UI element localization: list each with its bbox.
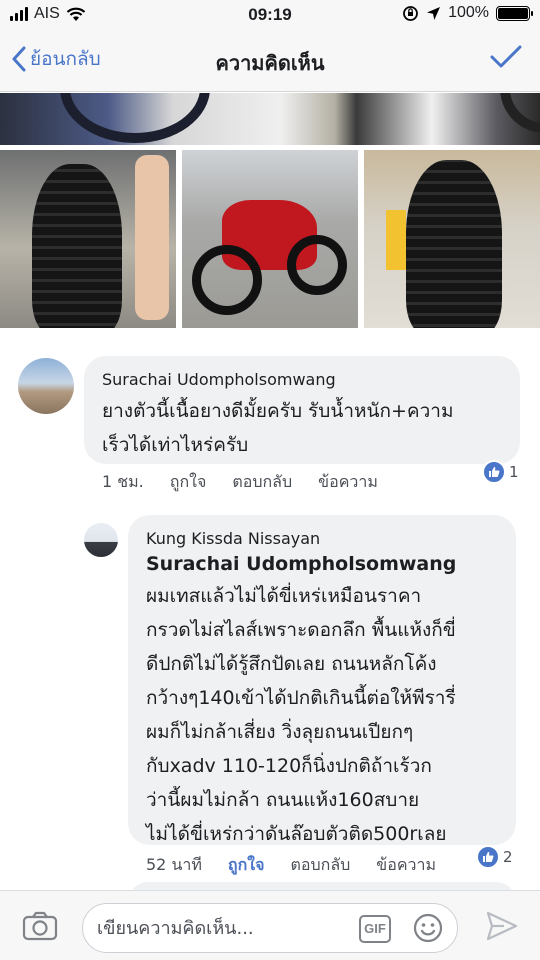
like-button[interactable]: ถูกใจ	[228, 853, 265, 878]
like-reaction[interactable]: 1	[482, 460, 519, 484]
comment-text-line: ยางตัวนี้เนื้อยางดีมั้ยครับ รับน้ำหนัก+ค…	[102, 400, 454, 422]
send-button[interactable]	[486, 911, 518, 945]
comment-bubble[interactable]: Kung Kissda Nissayan Surachai Udompholso…	[128, 515, 516, 845]
tagged-user[interactable]: Surachai Udompholsomwang	[146, 553, 456, 575]
camera-icon	[22, 911, 58, 941]
thumbs-up-icon	[482, 460, 506, 484]
comment-actions: 1 ชม. ถูกใจ ตอบกลับ ข้อความ	[102, 470, 378, 495]
battery-icon	[496, 5, 533, 21]
comment-text-line: ดีปกติไม่ได้รู้สึกปัดเลย ถนนหลักโค้ง	[146, 653, 437, 675]
avatar[interactable]	[84, 523, 118, 557]
like-count: 2	[503, 848, 513, 866]
comment-text-line: กับxadv 110-120ก็นิ่งปกติถ้าเร้วก	[146, 755, 432, 777]
emoji-button[interactable]	[413, 913, 443, 947]
photo-detail	[287, 235, 347, 295]
comment-bubble[interactable]: Surachai Udompholsomwang ยางตัวนี้เนื้อย…	[84, 356, 520, 464]
message-button[interactable]: ข้อความ	[318, 470, 378, 495]
photo-detail	[60, 93, 210, 143]
comment-input[interactable]	[97, 914, 357, 942]
post-photo-3[interactable]	[364, 150, 540, 328]
post-photo-2[interactable]	[182, 150, 358, 328]
status-bar: AIS 09:19 100%	[0, 0, 540, 30]
done-button[interactable]	[490, 44, 522, 74]
comment-text-line: ไม่ได้ขี่เหร่กว่าดันล๊อบตัวติด500rเลย	[146, 823, 447, 845]
comment-text-line: ผมก็ไม่กล้าเสี่ยง วิ่งลุยถนนเปียกๆ	[146, 721, 414, 743]
comment-input-wrapper: GIF	[82, 903, 458, 953]
status-right: 100%	[402, 4, 533, 22]
comment: Surachai Udompholsomwang ยางตัวนี้เนื้อย…	[0, 340, 540, 500]
location-arrow-icon	[427, 6, 441, 20]
gif-button[interactable]: GIF	[359, 915, 391, 943]
photo-detail	[32, 164, 122, 328]
photo-detail	[192, 245, 262, 315]
message-button[interactable]: ข้อความ	[376, 853, 436, 878]
comment-text-line: ว่านี้ผมไม่กล้า ถนนแห้ง160สบาย	[146, 789, 420, 811]
photo-detail	[386, 210, 406, 270]
comment-text-line: กรวดไม่สไลส์เพราะดอกลึก พื้นแห้งก็ขี่	[146, 619, 456, 641]
post-photo-top[interactable]	[0, 93, 540, 145]
post-photo-1[interactable]	[0, 150, 176, 328]
comment-author[interactable]: Kung Kissda Nissayan	[146, 529, 320, 548]
comment-text-line: เร็วได้เท่าไหร่ครับ	[102, 434, 249, 456]
photo-detail	[406, 160, 502, 328]
page-title: ความคิดเห็น	[215, 51, 325, 75]
like-count: 1	[509, 463, 519, 481]
photo-grid	[0, 150, 540, 328]
photo-detail	[135, 155, 169, 320]
like-reaction[interactable]: 2	[476, 845, 513, 869]
comment-time: 1 ชม.	[102, 472, 144, 491]
comment-text-line: ผมเทสแล้วไม่ได้ขี่เหร่เหมือนราคา	[146, 585, 422, 607]
reply-button[interactable]: ตอบกลับ	[232, 470, 292, 495]
orientation-lock-icon	[403, 5, 418, 21]
nav-bar: ย้อนกลับ ความคิดเห็น	[0, 30, 540, 92]
comment-composer: GIF	[0, 890, 540, 960]
checkmark-icon	[490, 45, 522, 68]
send-icon	[486, 911, 518, 941]
battery-percent: 100%	[448, 4, 489, 21]
photo-detail	[500, 93, 540, 133]
thumbs-up-icon	[476, 845, 500, 869]
avatar[interactable]	[18, 358, 74, 414]
comment-text: ผมเทสแล้วไม่ได้ขี่เหร่เหมือนราคา กรวดไม่…	[146, 579, 456, 851]
comment-text-line: กว้างๆ140เข้าได้ปกติเกินนี้ต่อให้พีรารี่	[146, 687, 456, 709]
camera-button[interactable]	[22, 911, 58, 945]
comment-author[interactable]: Surachai Udompholsomwang	[102, 370, 336, 389]
reply-comment: Kung Kissda Nissayan Surachai Udompholso…	[0, 505, 540, 885]
comment-actions: 52 นาที ถูกใจ ตอบกลับ ข้อความ	[146, 853, 436, 878]
like-button[interactable]: ถูกใจ	[170, 470, 207, 495]
reply-button[interactable]: ตอบกลับ	[290, 853, 350, 878]
comment-time: 52 นาที	[146, 855, 202, 874]
smiley-icon	[413, 913, 443, 943]
